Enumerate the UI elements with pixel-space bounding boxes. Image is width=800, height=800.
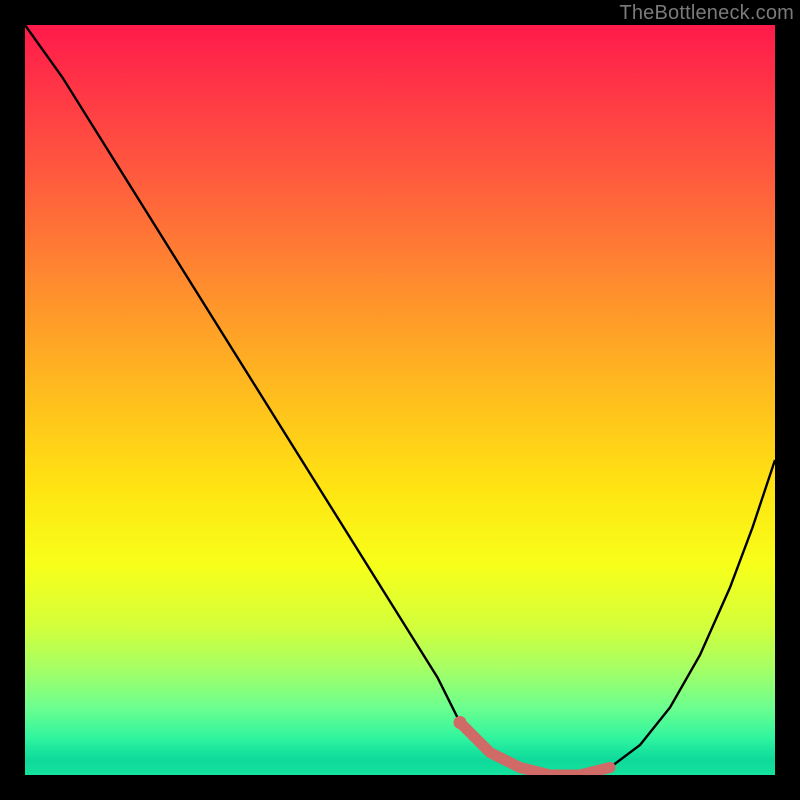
highlight-segment (460, 723, 610, 776)
curve-layer (25, 25, 775, 775)
watermark-text: TheBottleneck.com (619, 2, 794, 25)
highlight-dot-icon (454, 716, 467, 729)
plot-area (25, 25, 775, 775)
chart-frame: TheBottleneck.com (0, 0, 800, 800)
bottleneck-curve (25, 25, 775, 775)
